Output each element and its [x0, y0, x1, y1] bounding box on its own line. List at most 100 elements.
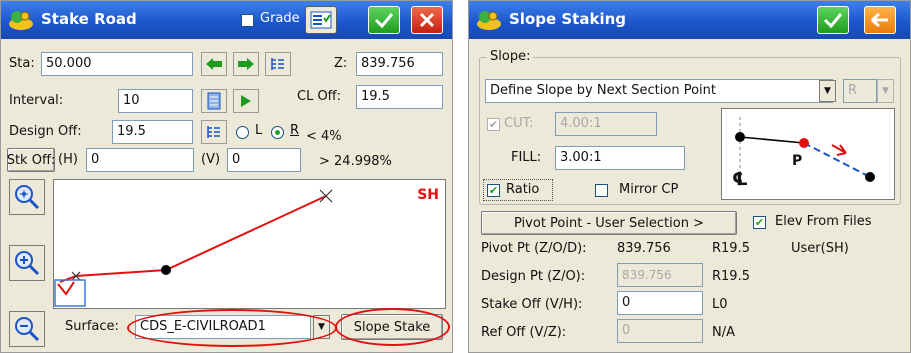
pivot-pt-d: User(SH): [791, 241, 849, 256]
back-arrow-icon: [871, 12, 888, 28]
design-pt-o: R19.5: [712, 269, 750, 284]
stk-off-button[interactable]: Stk Off:: [7, 148, 55, 172]
side-dropdown-arrow: ▼: [877, 79, 894, 103]
interval-options-button[interactable]: [201, 89, 227, 113]
end-point-x-marker: [319, 189, 333, 203]
v-offset-input[interactable]: 0: [227, 148, 301, 172]
zoom-in-button[interactable]: [9, 245, 45, 281]
sta-input[interactable]: 50.000: [41, 52, 193, 76]
sh-badge: SH: [417, 187, 439, 203]
selection-box: [54, 279, 86, 307]
v-label: (V): [201, 152, 221, 167]
mirror-cp-label: Mirror CP: [619, 182, 679, 197]
mirror-cp-checkbox[interactable]: [595, 184, 608, 197]
interval-label: Interval:: [9, 93, 64, 108]
pivot-point-button-label: Pivot Point - User Selection >: [514, 215, 704, 231]
close-button[interactable]: [411, 6, 443, 34]
ok-button[interactable]: [368, 6, 400, 34]
fill-input[interactable]: 3.00:1: [555, 146, 685, 170]
ok-button[interactable]: [817, 6, 849, 34]
radio-right[interactable]: [271, 126, 284, 139]
elev-from-files-label: Elev From Files: [775, 214, 872, 229]
grade-checkbox[interactable]: [241, 14, 254, 27]
app-logo-icon: [477, 11, 501, 30]
slope-method-dropdown-arrow[interactable]: ▼: [819, 80, 836, 102]
play-icon: [241, 95, 251, 107]
slope-staking-title: Slope Staking: [509, 10, 627, 28]
checkmark-icon: [823, 13, 843, 29]
station-point-marker: [161, 265, 171, 275]
stake-road-title: Stake Road: [41, 10, 137, 28]
stk-off-label: Stk Off:: [6, 152, 56, 168]
sta-label: Sta:: [9, 56, 35, 71]
pivot-pt-o: R19.5: [712, 241, 750, 256]
slope-low-text: < 4%: [306, 129, 342, 144]
arrow-right-icon: [238, 58, 254, 70]
grade-settings-button[interactable]: [305, 6, 337, 34]
zoom-extents-button[interactable]: [9, 179, 45, 215]
slope-group-label: Slope:: [487, 49, 534, 64]
design-off-list-button[interactable]: [201, 120, 227, 144]
design-off-label: Design Off:: [9, 124, 82, 139]
arrow-left-icon: [206, 58, 222, 70]
stake-off-input[interactable]: 0: [617, 291, 703, 315]
interval-input[interactable]: 10: [118, 89, 193, 113]
surface-dropdown-arrow[interactable]: ▼: [313, 315, 330, 339]
station-back-button[interactable]: [201, 52, 227, 76]
diagram-centerline-label: ℄: [732, 169, 749, 190]
stake-road-window: Stake Road Grade Sta: 50.000 Z: 839.756: [0, 0, 453, 353]
diagram-point-label: P: [792, 153, 803, 169]
back-button[interactable]: [864, 6, 896, 34]
zoom-extents-icon: [15, 185, 40, 210]
close-icon: [419, 12, 435, 28]
radio-left[interactable]: [236, 126, 249, 139]
design-off-input[interactable]: 19.5: [112, 120, 193, 144]
slope-stake-button[interactable]: Slope Stake: [341, 314, 443, 340]
pivot-pt-label: Pivot Pt (Z/O/D):: [481, 241, 587, 256]
zoom-out-icon: [15, 317, 40, 342]
ref-off-label: Ref Off (V/Z):: [481, 325, 567, 340]
station-forward-button[interactable]: [233, 52, 259, 76]
list-icon: [207, 126, 220, 138]
elev-from-files-checkbox[interactable]: ✔: [753, 216, 766, 229]
cut-input: 4.00:1: [555, 112, 657, 136]
side-dropdown: R: [843, 79, 877, 103]
cl-off-value: 19.5: [356, 85, 443, 109]
h-offset-input[interactable]: 0: [86, 148, 194, 172]
ref-off-z: N/A: [712, 325, 735, 340]
pivot-marker: [57, 281, 75, 296]
settings-icon: [310, 11, 332, 29]
pivot-point-button[interactable]: Pivot Point - User Selection >: [481, 211, 737, 235]
design-pt-label: Design Pt (Z/O):: [481, 269, 586, 284]
surface-dropdown[interactable]: CDS_E-CIVILROAD1: [135, 315, 311, 339]
grade-label: Grade: [260, 11, 300, 26]
document-icon: [207, 92, 221, 110]
slope-staking-window: Slope Staking Slope: Define Slope by Nex…: [468, 0, 911, 353]
cl-off-label: CL Off:: [297, 89, 342, 104]
ratio-label: Ratio: [506, 182, 540, 197]
surface-label: Surface:: [65, 319, 119, 334]
fill-label: FILL:: [511, 150, 542, 165]
station-list-button[interactable]: [265, 52, 291, 76]
checkmark-icon: [374, 13, 394, 29]
z-value: 839.756: [356, 52, 443, 76]
stake-road-titlebar: Stake Road Grade: [1, 1, 452, 39]
h-label: (H): [58, 152, 78, 167]
slope-high-text: > 24.998%: [319, 154, 392, 169]
design-pt-z: 839.756: [617, 263, 703, 287]
radio-left-label: L: [255, 123, 263, 138]
pivot-pt-z: 839.756: [617, 241, 671, 256]
profile-line: [59, 195, 327, 283]
slope-stake-label: Slope Stake: [353, 319, 431, 335]
cut-checkbox: ✔: [487, 118, 500, 131]
radio-right-label: R: [290, 123, 300, 138]
list-icon: [271, 58, 284, 70]
ref-off-input: 0: [617, 319, 703, 343]
stake-off-h: L0: [712, 297, 728, 312]
stake-off-label: Stake Off (V/H):: [481, 297, 583, 312]
play-button[interactable]: [233, 89, 259, 113]
slope-method-dropdown[interactable]: Define Slope by Next Section Point: [485, 79, 833, 103]
z-label: Z:: [334, 56, 348, 71]
zoom-out-button[interactable]: [9, 311, 45, 347]
road-profile-canvas[interactable]: SH: [53, 179, 446, 309]
